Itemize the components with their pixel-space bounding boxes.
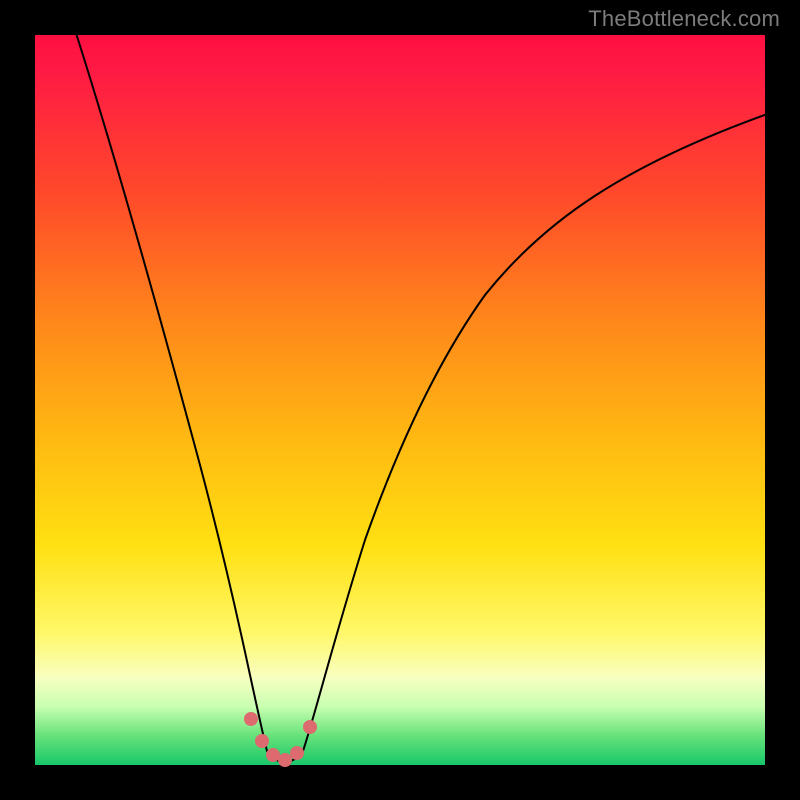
marker-dot — [278, 753, 292, 767]
marker-dot — [303, 720, 317, 734]
watermark-label: TheBottleneck.com — [588, 6, 780, 32]
curve-right-branch — [303, 113, 770, 751]
marker-dot — [255, 734, 269, 748]
marker-dot — [266, 748, 280, 762]
curve-left-branch — [75, 30, 267, 751]
marker-dot — [290, 746, 304, 760]
marker-dot — [244, 712, 258, 726]
plot-area — [35, 35, 765, 765]
chart-frame: TheBottleneck.com — [0, 0, 800, 800]
bottleneck-curve-svg — [35, 35, 765, 765]
